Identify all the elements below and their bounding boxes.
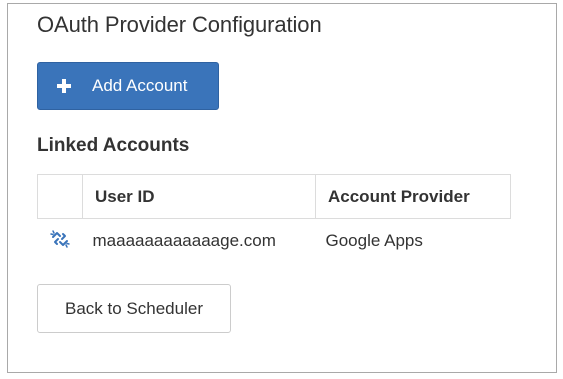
column-header-actions bbox=[37, 174, 83, 219]
table-header-row: User ID Account Provider bbox=[37, 174, 511, 219]
page-title: OAuth Provider Configuration bbox=[37, 12, 322, 37]
table-cell-account-provider: Google Apps bbox=[325, 230, 423, 250]
unlink-icon[interactable] bbox=[48, 227, 72, 251]
back-to-scheduler-button[interactable]: Back to Scheduler bbox=[37, 284, 231, 333]
table-row: maaaaaaaaaaaage.com Google Apps bbox=[38, 219, 511, 263]
oauth-config-panel: OAuth Provider Configuration Add Account… bbox=[7, 3, 557, 373]
add-account-label: Add Account bbox=[92, 76, 188, 95]
column-header-account-provider: Account Provider bbox=[315, 174, 511, 219]
column-header-user-id: User ID bbox=[82, 174, 316, 219]
table-cell-user-id: maaaaaaaaaaaage.com bbox=[92, 230, 276, 250]
table-cell-actions bbox=[38, 219, 83, 263]
plus-icon bbox=[54, 76, 74, 96]
add-account-button[interactable]: Add Account bbox=[37, 62, 219, 110]
linked-accounts-heading: Linked Accounts bbox=[37, 135, 190, 156]
linked-accounts-table: User ID Account Provider maaaaaaaaaaaage… bbox=[37, 174, 511, 263]
